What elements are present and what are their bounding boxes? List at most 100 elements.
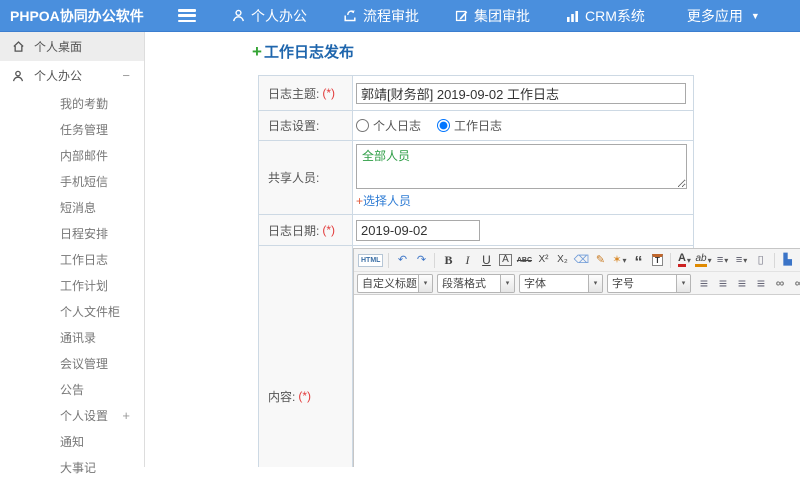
underline-icon[interactable]: U <box>477 251 495 269</box>
align-left-icon[interactable]: ≡ <box>695 274 713 292</box>
sidebar-item-announcements[interactable]: 公告 <box>0 376 144 402</box>
share-members-textarea[interactable]: 全部人员 <box>356 144 687 189</box>
dropdown-caret-icon[interactable] <box>588 274 602 292</box>
blockquote-icon[interactable]: “ <box>629 251 647 271</box>
ordered-list-icon[interactable]: ≡ <box>714 251 732 269</box>
date-input[interactable] <box>356 219 480 241</box>
add-icon <box>252 45 262 59</box>
font-border-icon[interactable]: A <box>496 251 514 269</box>
format-brush-icon[interactable]: ✎ <box>591 251 609 269</box>
align-center-icon[interactable]: ≡ <box>714 274 732 292</box>
sidebar-item-label: 大事记 <box>60 460 97 475</box>
sidebar-item-label: 个人办公 <box>34 69 83 83</box>
sidebar-item-work-plan[interactable]: 工作计划 <box>0 272 144 298</box>
sidebar-item-milestones[interactable]: 大事记 <box>0 454 144 480</box>
dropdown-caret-icon[interactable] <box>500 274 514 292</box>
clipped-toolbar-icon[interactable]: ▙ <box>779 251 797 269</box>
nav-item-label: 更多应用 <box>686 7 743 24</box>
user-icon <box>232 9 245 22</box>
nav-item-label: 个人办公 <box>251 7 307 24</box>
font-color-icon[interactable]: A <box>675 251 693 269</box>
subscript-icon[interactable]: X₂ <box>553 251 571 269</box>
separator <box>773 252 775 268</box>
sidebar-item-label: 工作日志 <box>60 252 109 267</box>
sidebar-item-contacts[interactable]: 通讯录 <box>0 324 144 350</box>
sidebar-item-label: 通讯录 <box>60 330 97 345</box>
sidebar-item-desktop[interactable]: 个人桌面 <box>0 32 144 61</box>
share-label: 共享人员: <box>268 171 320 185</box>
nav-crm-system[interactable]: CRM系统 <box>566 6 653 26</box>
choose-members-link[interactable]: +选择人员 <box>356 192 411 209</box>
form-row-share: 共享人员: 全部人员 +选择人员 <box>259 141 693 215</box>
sidebar-item-attendance[interactable]: 我的考勤 <box>0 90 144 116</box>
nav-personal-office[interactable]: 个人办公 <box>232 6 315 26</box>
nav-item-label: 流程审批 <box>363 7 419 24</box>
sidebar-item-schedule[interactable]: 日程安排 <box>0 220 144 246</box>
link-icon[interactable]: ∞ <box>771 274 789 292</box>
separator <box>434 252 436 268</box>
menu-toggle-icon[interactable] <box>178 9 196 22</box>
dropdown-caret-icon[interactable] <box>676 274 690 292</box>
nav-item-label: CRM系统 <box>585 7 645 24</box>
highlight-color-icon[interactable]: ab <box>694 251 712 269</box>
nav-workflow-approval[interactable]: 流程审批 <box>343 6 427 26</box>
custom-title-select[interactable]: 自定义标题 <box>357 273 433 293</box>
sidebar-item-label: 个人文件柜 <box>60 304 121 319</box>
editor-toolbar-row1: HTML ↶ ↷ B I U A ABC X² X₂ ⌫ ✎ ✶ ▾ “ T A… <box>354 249 800 272</box>
sidebar-item-notifications[interactable]: 通知 <box>0 428 144 454</box>
radio-work-log[interactable]: 工作日志 <box>437 117 502 134</box>
setting-label: 日志设置: <box>268 119 320 133</box>
form-row-subject: 日志主题: (*) <box>259 76 693 111</box>
italic-icon[interactable]: I <box>458 251 476 269</box>
editor-content-area[interactable] <box>354 295 800 467</box>
nav-more-apps[interactable]: 更多应用 ▼ <box>681 6 760 26</box>
subject-label: 日志主题: <box>268 86 320 101</box>
separator <box>670 252 672 268</box>
sidebar-item-personal-office[interactable]: 个人办公 − <box>0 61 144 90</box>
undo-icon[interactable]: ↶ <box>393 251 411 269</box>
sidebar-item-label: 手机短信 <box>60 174 109 189</box>
nav-group-approval[interactable]: 集团审批 <box>455 6 538 26</box>
sidebar-item-label: 个人设置 <box>60 408 109 423</box>
sidebar-item-label: 内部邮件 <box>60 148 109 163</box>
sidebar-item-label: 任务管理 <box>60 122 109 137</box>
superscript-icon[interactable]: X² <box>534 251 552 269</box>
unlink-icon[interactable]: ∞ <box>790 274 800 292</box>
strikethrough-icon[interactable]: ABC <box>515 251 533 269</box>
paste-as-text-icon[interactable]: T <box>648 251 666 269</box>
unordered-list-icon[interactable]: ≡ <box>733 251 751 269</box>
sidebar-item-file-cabinet[interactable]: 个人文件柜 <box>0 298 144 324</box>
sidebar-item-meetings[interactable]: 会议管理 <box>0 350 144 376</box>
page-title: 工作日志发布 <box>252 41 354 62</box>
source-html-button[interactable]: HTML <box>357 251 384 269</box>
align-justify-icon[interactable]: ≡ <box>752 274 770 292</box>
font-family-select[interactable]: 字体 <box>519 273 603 293</box>
expand-toggle-icon[interactable]: + <box>122 408 130 423</box>
sidebar-item-label: 公告 <box>60 382 85 397</box>
log-type-radio[interactable] <box>437 119 451 132</box>
sidebar-item-mail[interactable]: 内部邮件 <box>0 142 144 168</box>
sidebar-item-settings[interactable]: 个人设置 + <box>0 402 144 428</box>
main-content: 工作日志发布 日志主题: (*) 日志设置: 个人日志 <box>146 32 800 467</box>
align-right-icon[interactable]: ≡ <box>733 274 751 292</box>
sidebar-item-tasks[interactable]: 任务管理 <box>0 116 144 142</box>
log-type-radio[interactable] <box>356 119 369 132</box>
subject-input[interactable] <box>356 82 686 104</box>
dropdown-caret-icon[interactable] <box>418 274 432 292</box>
sidebar-item-label: 通知 <box>60 434 85 449</box>
sidebar-item-sms[interactable]: 手机短信 <box>0 168 144 194</box>
font-size-select[interactable]: 字号 <box>607 273 691 293</box>
autotypeset-icon[interactable]: ✶ <box>610 251 628 269</box>
new-page-icon[interactable]: ▯ <box>752 251 770 269</box>
sidebar-item-work-log[interactable]: 工作日志 <box>0 246 144 272</box>
top-bar: PHPOA协同办公软件 个人办公 流程审批 集团审批 CRM系统 更多应用 ▼ <box>0 0 800 32</box>
eraser-icon[interactable]: ⌫ <box>572 251 590 269</box>
paragraph-format-select[interactable]: 段落格式 <box>437 273 515 293</box>
bold-icon[interactable]: B <box>439 251 457 269</box>
redo-icon[interactable]: ↷ <box>412 251 430 269</box>
sidebar-item-messages[interactable]: 短消息 <box>0 194 144 220</box>
expand-toggle-icon[interactable]: − <box>122 68 130 83</box>
required-asterisk: (*) <box>322 223 336 237</box>
radio-personal-log[interactable]: 个人日志 <box>356 117 421 134</box>
main-nav: 个人办公 流程审批 集团审批 CRM系统 更多应用 ▼ <box>232 6 760 26</box>
